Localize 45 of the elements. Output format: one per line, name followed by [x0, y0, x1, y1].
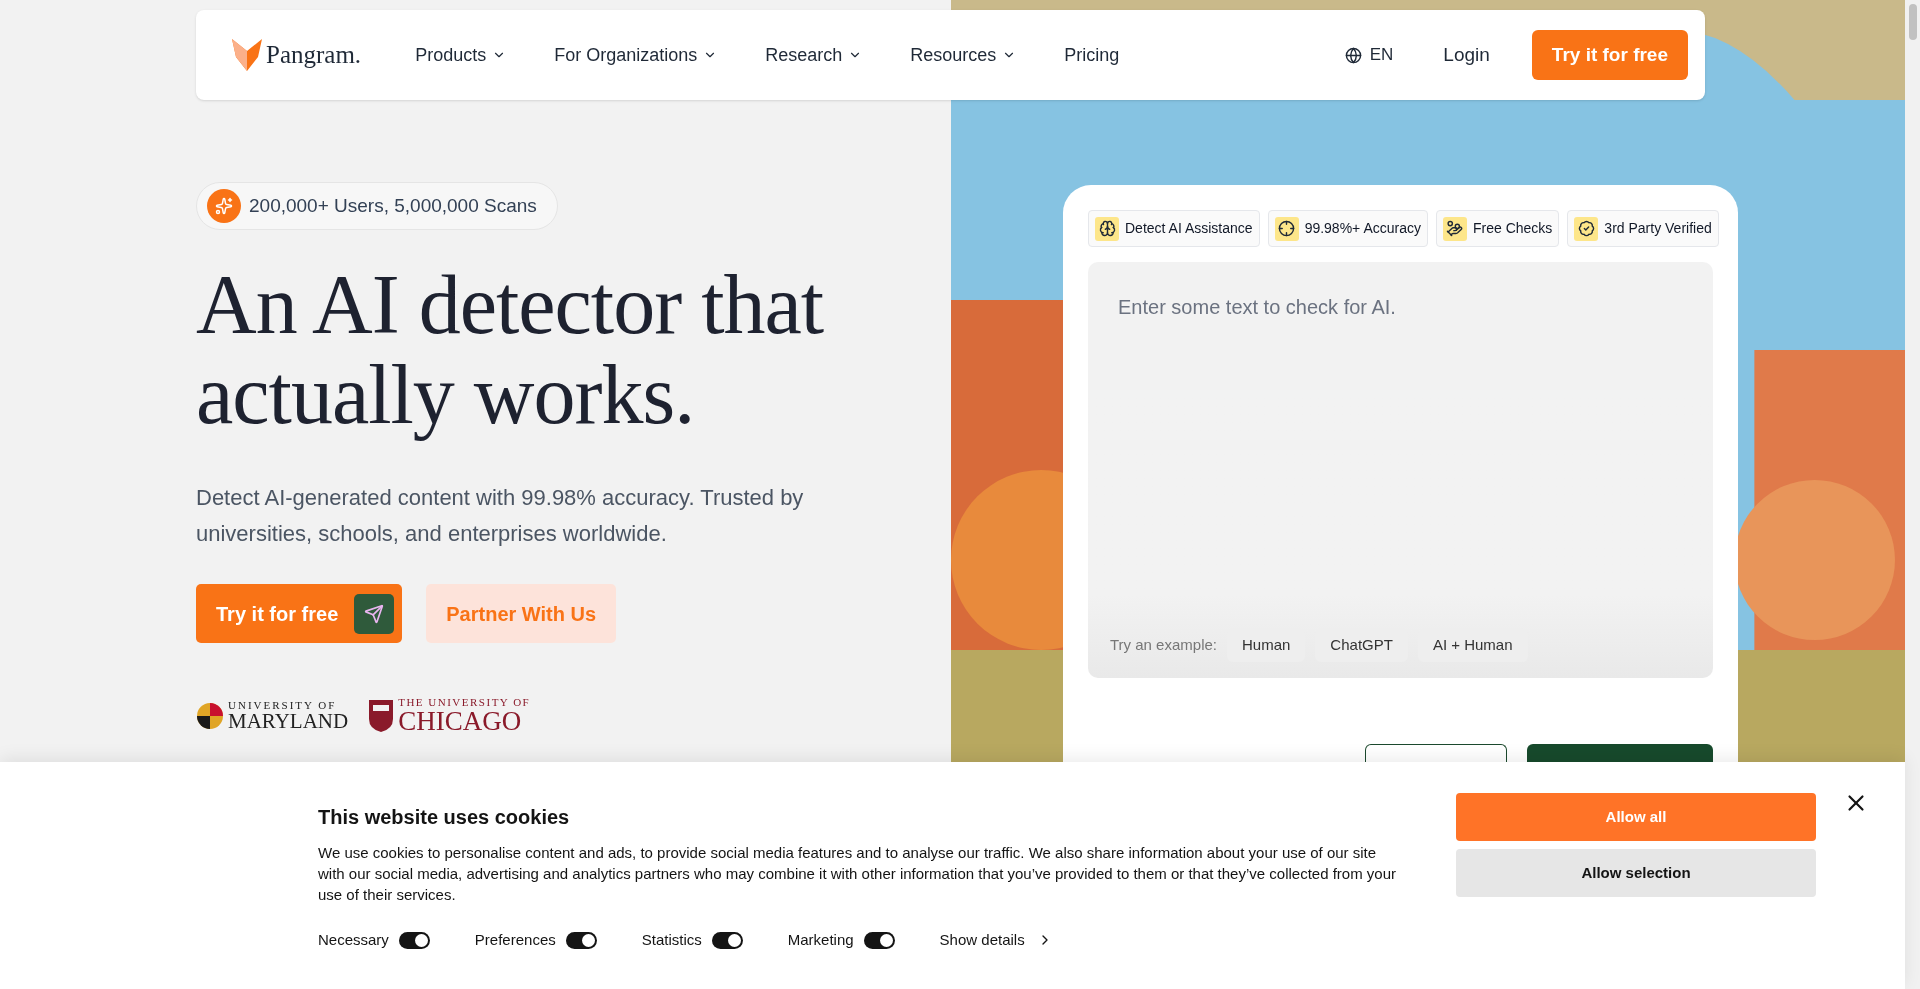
allow-selection-button[interactable]: Allow selection — [1456, 849, 1816, 897]
outline-button[interactable] — [1365, 744, 1507, 762]
feature-chip: Free Checks — [1436, 210, 1560, 247]
toggle-switch[interactable] — [711, 931, 743, 949]
login-link[interactable]: Login — [1443, 40, 1490, 70]
sparkle-icon — [207, 189, 241, 223]
crest-icon — [196, 702, 224, 730]
toggle-label: Necessary — [318, 930, 389, 950]
toggle-switch[interactable] — [863, 931, 895, 949]
globe-icon — [1344, 46, 1362, 64]
stats-badge: 200,000+ Users, 5,000,000 Scans — [196, 182, 558, 230]
feature-chip: Detect AI Assistance — [1088, 210, 1260, 247]
toggle-label: Preferences — [474, 930, 556, 950]
toggle-label: Marketing — [787, 930, 854, 950]
language-button[interactable]: EN — [1344, 42, 1394, 68]
brain-icon — [1095, 216, 1119, 241]
logo-text: Pangram. — [266, 40, 362, 71]
examples-label: Try an example: — [1110, 634, 1217, 655]
target-icon — [1274, 216, 1299, 241]
toggle-label: Statistics — [641, 930, 702, 950]
toggle-switch[interactable] — [398, 931, 430, 949]
nav-menu-item[interactable]: Resources — [910, 41, 1017, 69]
university-name: UNIVERSITY OF — [228, 700, 338, 711]
feature-chip: 99.98%+ Accuracy — [1267, 210, 1428, 247]
text-input-area[interactable]: Enter some text to check for AI. Try an example: Human ChatGPT AI + Human — [1088, 262, 1713, 678]
fox-logo-icon — [232, 39, 262, 71]
verified-icon — [1574, 216, 1599, 241]
headline: An AI detector that actually works. — [196, 260, 825, 440]
nav-menu-item[interactable]: For Organizations — [554, 41, 718, 69]
nav-menu-item[interactable]: Research — [765, 41, 863, 69]
show-details-link[interactable]: Show details — [939, 929, 1053, 952]
hand-icon — [1443, 216, 1467, 241]
toggle-switch[interactable] — [565, 931, 597, 949]
feature-chip: 3rd Party Verified — [1567, 210, 1719, 247]
nav-menu-item[interactable]: Pricing — [1064, 41, 1120, 69]
cookie-title: This website uses cookies — [318, 805, 571, 830]
university-name: CHICAGO — [398, 708, 523, 735]
subtitle: Detect AI-generated content with 99.98% accuracy. Trusted by universities, schools, and enterprises worldwide. — [196, 484, 805, 548]
nav-menu-item[interactable]: Products — [415, 41, 507, 69]
send-icon — [354, 593, 395, 634]
university-name: THE UNIVERSITY OF — [398, 697, 531, 708]
university-name: MARYLAND — [228, 711, 349, 732]
cookie-text: We use cookies to personalise content and ads, to provide social media features and to analyse our traffic. We also share information about your use of our site with our social media, advertising and analytics partners who may combine it with other information that you’ve provided to them or that they’ve collected from your use of their services. — [318, 843, 1398, 905]
shield-icon — [368, 699, 395, 733]
text-input[interactable]: Enter some text to check for AI. — [1118, 292, 1683, 492]
